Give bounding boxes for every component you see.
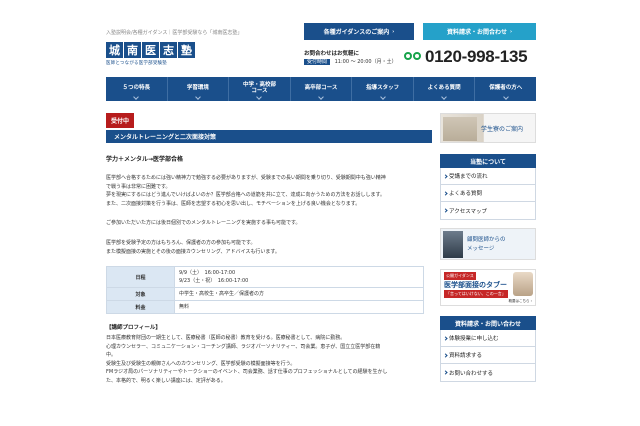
main-content: 受付中 メンタルトレーニングと二次面接対策 学力＋メンタル→医学部合格 医学部へ…	[106, 113, 432, 385]
chevron-right-icon: ›	[509, 28, 513, 35]
contact-title: お問合わせはお気軽に	[304, 51, 360, 57]
text-line: 夢を現実にするにはどう進んでいけばよいのか？医学部合格への道筋を共に立て、達成に…	[106, 192, 386, 199]
dorm-photo	[443, 117, 477, 141]
participants-paragraph: 医学部を受験予定の方はもちろん、保護者の方の参加も可能です。 また模擬面接の実施…	[106, 239, 432, 256]
text-line: 医学部へ合格するためには強い精神力で勉強する必要がありますが、受験までの長い期間…	[106, 175, 386, 181]
dorm-banner-label: 学生寮のご案内	[481, 126, 524, 133]
logo-char: 城	[106, 42, 123, 58]
text-line: ご参加いただいた方には後日個別でのメンタルトレーニングを実施する事も可能です。	[106, 220, 301, 227]
nav-item-staff[interactable]: 指導スタッフ	[352, 77, 414, 101]
nav-item-parents[interactable]: 保護者の方へ	[475, 77, 536, 101]
contact-heading: 資料請求・お問い合わせ	[440, 316, 536, 330]
text-line: 受験生及び受験生の親御さんへのカウンセリング、医学部受験の模擬面接等を行う。	[106, 360, 296, 367]
seminar-title: メンタルトレーニングと二次面接対策	[106, 130, 432, 143]
date-label: 日程	[106, 266, 175, 289]
text-line: た、本格的で、明るく楽しい講座には、定評がある。	[106, 377, 226, 384]
hours-label: 受付時間	[304, 59, 331, 65]
page: 入塾説明会/各種ガイダンス｜医学部受験なら「城南医志塾」 城 南 医 志 塾 医…	[0, 0, 640, 426]
text-line: 医学部を受験予定の方はもちろん、保護者の方の参加も可能です。	[106, 239, 256, 246]
intro-paragraph: 医学部へ合格するためには強い精神力で勉強する必要がありますが、受験までの長い期間…	[106, 174, 432, 208]
sidebar-item-request[interactable]: 資料請求する	[441, 347, 535, 364]
logo-char: 南	[124, 42, 141, 58]
text-line: 中。	[106, 352, 117, 359]
text-line: FMラジオ局のパーソナリティーやトークショーのイベント、司会業務、話す仕事のプロ…	[106, 369, 388, 376]
text-line: また、二次面接対策を行う事は、医師を志望する初心を思い出し、モチベーションを上げ…	[106, 200, 361, 207]
tafu-tag: 公開ガイダンス	[444, 272, 476, 280]
date-line: 9/23（土・祝） 16:00-17:00	[179, 278, 249, 285]
text-line: で戦う事は非常に困難です。	[106, 183, 171, 190]
sidebar: 学生寮のご案内 当塾について 受講までの流れ よくある質問 アクセスマップ 顧問…	[440, 113, 536, 382]
doctor-photo	[443, 231, 463, 258]
nav-item-environment[interactable]: 学習環境	[168, 77, 230, 101]
nav-item-features[interactable]: ５つの特長	[106, 77, 168, 101]
logo-mark: 城 南 医 志 塾	[106, 42, 196, 58]
about-list: 受講までの流れ よくある質問 アクセスマップ	[440, 168, 536, 220]
text-line: 日本医療教育財団の一期生として、医療秘書（医師の秘書）教育を受ける。医療秘書とし…	[106, 335, 346, 342]
sidebar-item-inquiry[interactable]: お問い合わせする	[441, 364, 535, 381]
phone-number[interactable]: 0120-998-135	[425, 47, 528, 67]
logo-char: 塾	[178, 42, 195, 58]
tafu-detail-link[interactable]: 概要はこちら ›	[508, 299, 532, 304]
table-row: 日程 9/9（土） 16:00-17:00 9/23（土・祝） 16:00-17…	[106, 266, 424, 289]
text-line: メッセージ	[467, 245, 495, 252]
chevron-right-icon: ›	[392, 28, 395, 35]
guidance-button[interactable]: 各種ガイダンスのご案内 ›	[304, 23, 414, 40]
tafu-title: 医学部面接のタブー	[444, 281, 507, 289]
tafu-slogan: 「言ってはいけない、この一言」	[444, 290, 508, 298]
table-row: 料金 無料	[106, 300, 424, 315]
request-button[interactable]: 資料請求・お問合わせ ›	[423, 23, 536, 40]
sidebar-item-faq[interactable]: よくある質問	[441, 185, 535, 202]
about-heading: 当塾について	[440, 154, 536, 168]
sidebar-item-trial[interactable]: 体験授業に申し込む	[441, 330, 535, 347]
status-badge: 受付中	[106, 113, 135, 128]
sidebar-item-access[interactable]: アクセスマップ	[441, 202, 535, 219]
contact-hours: 受付時間 11:00 ～ 20:00（月・土）	[304, 58, 397, 65]
dorm-banner[interactable]: 学生寮のご案内	[440, 113, 536, 143]
seminar-info-table: 日程 9/9（土） 16:00-17:00 9/23（土・祝） 16:00-17…	[106, 266, 424, 315]
header-tagline: 入塾説明会/各種ガイダンス｜医学部受験なら「城南医志塾」	[106, 30, 243, 36]
logo-subtitle: 医師とつながる医学部受験塾	[106, 61, 167, 66]
freedial-icon	[404, 52, 422, 62]
text-line: また模擬面接の実施とその後の面接カウンセリング、アドバイスも行います。	[106, 248, 280, 255]
site-logo[interactable]: 城 南 医 志 塾 医師とつながる医学部受験塾	[106, 42, 196, 68]
fee-value: 無料	[174, 300, 424, 315]
doctor-message-banner[interactable]: 顧問医師からの メッセージ	[440, 228, 536, 260]
profile-text: 日本医療教育財団の一期生として、医療秘書（医師の秘書）教育を受ける。医療秘書とし…	[106, 334, 432, 385]
sidebar-item-flow[interactable]: 受講までの流れ	[441, 168, 535, 185]
logo-char: 医	[142, 42, 159, 58]
target-value: 中学生・高校生・高卒生／保護者の方	[174, 287, 424, 302]
seminar-subheading: 学力＋メンタル→医学部合格	[106, 156, 184, 163]
note-paragraph: ご参加いただいた方には後日個別でのメンタルトレーニングを実施する事も可能です。	[106, 219, 432, 228]
text-line: 顧問医師からの	[467, 237, 506, 243]
interview-taboo-banner[interactable]: 公開ガイダンス 医学部面接のタブー 「言ってはいけない、この一言」 概要はこちら…	[440, 269, 536, 306]
hours-value: 11:00 ～ 20:00（月・土）	[334, 59, 397, 65]
fee-label: 料金	[106, 300, 175, 315]
presenter-photo	[513, 272, 533, 296]
global-nav: ５つの特長 学習環境 中学・高校部 コース 高卒部コース 指導スタッフ よくある…	[106, 77, 536, 101]
request-button-label: 資料請求・お問合わせ	[446, 29, 507, 36]
contact-list: 体験授業に申し込む 資料請求する お問い合わせする	[440, 330, 536, 382]
target-label: 対象	[106, 287, 175, 302]
nav-item-graduate-course[interactable]: 高卒部コース	[291, 77, 353, 101]
date-line: 9/9（土） 16:00-17:00	[179, 270, 236, 277]
profile-heading: 【講師プロフィール】	[106, 325, 161, 332]
doctor-message-text: 顧問医師からの メッセージ	[467, 236, 506, 253]
guidance-button-label: 各種ガイダンスのご案内	[323, 29, 390, 36]
text-line: 心理カウンセラー、コミュニケーション・コーチング講師、ラジオパーソナリティー、司…	[106, 343, 381, 350]
nav-item-faq[interactable]: よくある質問	[414, 77, 476, 101]
date-value: 9/9（土） 16:00-17:00 9/23（土・祝） 16:00-17:00	[174, 266, 424, 289]
nav-item-junior-high-course[interactable]: 中学・高校部 コース	[229, 77, 291, 101]
table-row: 対象 中学生・高校生・高卒生／保護者の方	[106, 287, 424, 302]
logo-char: 志	[160, 42, 177, 58]
contact-block: お問合わせはお気軽に 受付時間 11:00 ～ 20:00（月・土） 0120-…	[304, 47, 536, 71]
